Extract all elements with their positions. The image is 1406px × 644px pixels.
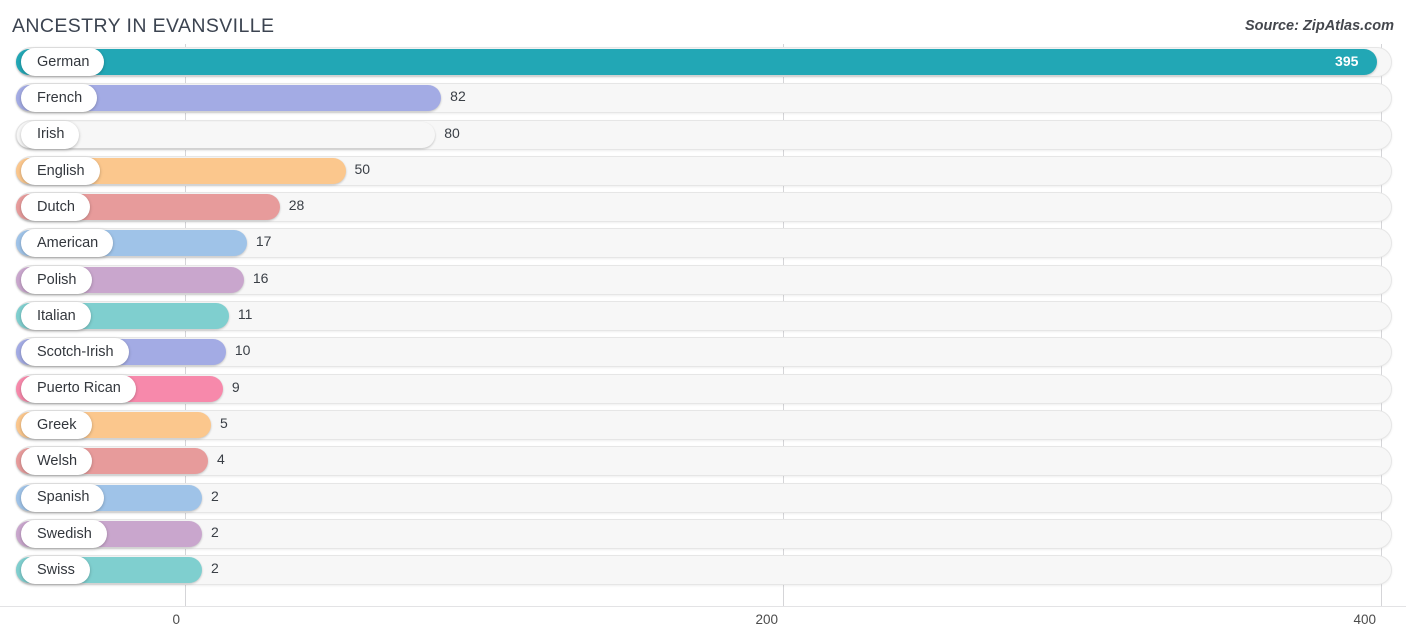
- bar-row: Spanish 2: [0, 480, 1406, 516]
- chart-page: ANCESTRY IN EVANSVILLE Source: ZipAtlas.…: [0, 0, 1406, 644]
- category-label-pill[interactable]: Welsh: [21, 447, 93, 476]
- bar-row: Italian 11: [0, 298, 1406, 334]
- x-axis: 0 200 400: [0, 606, 1406, 644]
- bar-row: Greek 5: [0, 407, 1406, 443]
- bar-value-label: 9: [231, 378, 240, 395]
- category-label-pill[interactable]: Spanish: [21, 483, 105, 512]
- x-tick-label-400: 400: [1353, 612, 1376, 627]
- category-label: Spanish: [37, 489, 90, 506]
- category-label: English: [37, 162, 85, 179]
- bar-row: German 395: [0, 44, 1406, 80]
- axis-line: [0, 606, 1406, 607]
- category-label-pill[interactable]: French: [21, 84, 98, 113]
- category-label-pill[interactable]: American: [21, 229, 114, 258]
- source-attribution: Source: ZipAtlas.com: [1244, 18, 1394, 34]
- bar-value-label: 4: [216, 451, 225, 468]
- bar-value-label: 2: [210, 487, 219, 504]
- bar-value-label: 17: [255, 233, 272, 250]
- category-label: Scotch-Irish: [37, 344, 114, 361]
- bar-value-label: 2: [210, 560, 219, 577]
- category-label-pill[interactable]: Swedish: [21, 519, 107, 548]
- bar-value-label: 82: [450, 88, 466, 105]
- bar-row: Polish 16: [0, 262, 1406, 298]
- bar-row: Welsh 4: [0, 443, 1406, 479]
- bar-value-label: 2: [210, 523, 219, 540]
- category-label: American: [37, 235, 99, 252]
- bar-value-label: 28: [288, 197, 305, 214]
- category-label-pill[interactable]: Dutch: [21, 193, 90, 222]
- bar-row: Irish 80: [0, 117, 1406, 153]
- bar-row: Dutch 28: [0, 189, 1406, 225]
- bar-row: English 50: [0, 153, 1406, 189]
- category-label-pill[interactable]: Puerto Rican: [21, 374, 136, 403]
- category-label-pill[interactable]: Italian: [21, 302, 91, 331]
- bar-row: Swiss 2: [0, 552, 1406, 588]
- category-label: Italian: [37, 307, 76, 324]
- category-label: German: [37, 53, 90, 70]
- bar-row: American 17: [0, 225, 1406, 261]
- bar-row: French 82: [0, 80, 1406, 116]
- bar-value-label: 16: [252, 269, 269, 286]
- bar-track: [16, 518, 1392, 549]
- bar-track: [16, 482, 1392, 513]
- bar-row: Swedish 2: [0, 516, 1406, 552]
- category-label: Polish: [37, 271, 77, 288]
- bar-row: Puerto Rican 9: [0, 371, 1406, 407]
- category-label: French: [37, 90, 83, 107]
- category-label-pill[interactable]: Swiss: [21, 556, 90, 585]
- bar-value-label: 80: [444, 124, 460, 141]
- category-label-pill[interactable]: Polish: [21, 265, 92, 294]
- category-label-pill[interactable]: Irish: [21, 120, 80, 149]
- category-label: Dutch: [37, 198, 75, 215]
- bar-value-label: 5: [219, 414, 228, 431]
- bar-value-label: 50: [354, 160, 371, 177]
- category-label: Puerto Rican: [37, 380, 121, 397]
- category-label-pill[interactable]: Greek: [21, 410, 92, 439]
- bar-row: Scotch-Irish 10: [0, 334, 1406, 370]
- bar-rows: German 395 French 82 Irish 80 English 50 Dutch 28…: [0, 44, 1406, 588]
- category-label: Irish: [37, 126, 65, 143]
- x-tick-label-0: 0: [172, 612, 180, 627]
- x-tick-label-200: 200: [755, 612, 778, 627]
- bar-german[interactable]: [16, 49, 1378, 75]
- bar-value-label: 395: [1335, 53, 1359, 69]
- bar-value-label: 11: [237, 306, 253, 323]
- category-label: Welsh: [37, 453, 78, 470]
- plot-area: German 395 French 82 Irish 80 English 50 Dutch 28…: [0, 44, 1406, 606]
- category-label-pill[interactable]: Scotch-Irish: [21, 338, 129, 367]
- category-label-pill[interactable]: English: [21, 156, 100, 185]
- bar-track: [16, 555, 1392, 586]
- page-title: ANCESTRY IN EVANSVILLE: [12, 15, 275, 37]
- category-label: Greek: [37, 416, 77, 433]
- bar-value-label: 10: [234, 342, 251, 359]
- category-label: Swiss: [37, 561, 75, 578]
- category-label: Swedish: [37, 525, 92, 542]
- category-label-pill[interactable]: German: [21, 48, 105, 76]
